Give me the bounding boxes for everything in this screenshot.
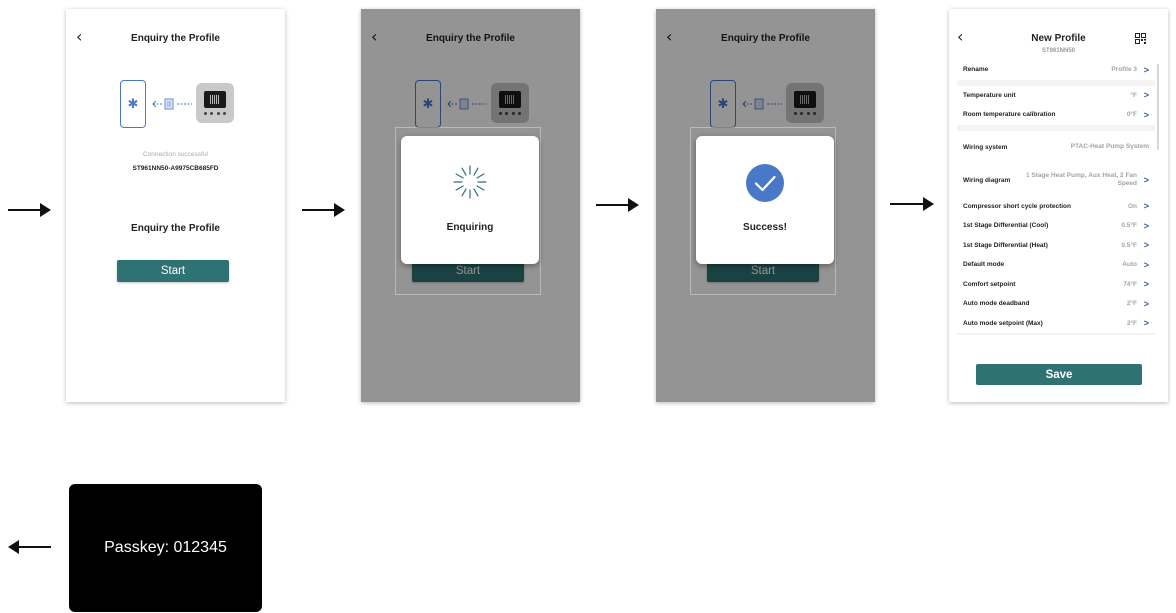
document-icon	[152, 98, 192, 110]
arrow-right-icon	[8, 203, 51, 217]
chevron-right-icon: >	[1143, 90, 1149, 101]
arrow-right-icon	[302, 203, 345, 217]
section-title: Enquiry the Profile	[131, 223, 220, 234]
setting-value: 74°F	[1123, 280, 1137, 288]
setting-row-room-temp-calibration[interactable]: Room temperature calibration 0°F >	[957, 105, 1155, 125]
setting-value: 2°F	[1126, 319, 1137, 327]
success-dialog: Success!	[696, 136, 834, 264]
setting-value: °F	[1130, 91, 1137, 99]
settings-list: Rename Profile 3 > Temperature unit °F >…	[957, 60, 1155, 335]
settings-group: Temperature unit °F > Room temperature c…	[957, 85, 1155, 125]
setting-value: 2°F	[1126, 300, 1137, 308]
dialog-label: Enquiring	[446, 222, 494, 233]
chevron-right-icon: >	[1143, 279, 1149, 290]
setting-label: Default mode	[963, 261, 1005, 269]
setting-label: 1st Stage Differential (Heat)	[963, 241, 1048, 249]
setting-label: Compressor short cycle protection	[963, 202, 1071, 210]
bluetooth-icon: ✱	[120, 80, 146, 128]
setting-label: 1st Stage Differential (Cool)	[963, 222, 1049, 230]
setting-label: Wiring diagram	[963, 176, 1011, 184]
setting-value: Auto	[1122, 261, 1137, 269]
chevron-right-icon: >	[1143, 298, 1149, 309]
setting-value: 1 Stage Heat Pump, Aux Heat, 2 Fan Speed	[1025, 171, 1137, 188]
success-check-icon	[746, 164, 784, 202]
page-subtitle: ST961NN50	[1041, 48, 1076, 54]
phone-screen-success: ‹ Enquiry the Profile ✱ Start Success!	[656, 9, 875, 402]
chevron-right-icon: >	[1143, 64, 1149, 75]
device-serial: ST961NN50-A9975CB685FD	[132, 165, 219, 172]
setting-label: Comfort setpoint	[963, 280, 1016, 288]
setting-row-differential-cool[interactable]: 1st Stage Differential (Cool) 0.5°F >	[957, 216, 1155, 236]
chevron-right-icon: >	[1143, 109, 1149, 120]
arrow-right-icon	[596, 198, 639, 212]
phone-screen-enquiring: ‹ Enquiry the Profile ✱ Start Enquiring	[361, 9, 580, 402]
passkey-display: Passkey: 012345	[69, 484, 262, 612]
chevron-right-icon: >	[1143, 220, 1149, 231]
arrow-left-icon	[8, 540, 51, 554]
chevron-right-icon: >	[1143, 201, 1149, 212]
chevron-right-icon: >	[1143, 318, 1149, 329]
setting-row-wiring-diagram[interactable]: Wiring diagram 1 Stage Heat Pump, Aux He…	[957, 164, 1155, 197]
arrow-right-icon	[890, 197, 934, 211]
setting-row-comfort-setpoint[interactable]: Comfort setpoint 74°F >	[957, 275, 1155, 295]
dialog-label: Success!	[743, 222, 787, 233]
loading-spinner-icon	[453, 165, 487, 199]
setting-label: Room temperature calibration	[963, 111, 1056, 119]
setting-row-auto-setpoint-max[interactable]: Auto mode setpoint (Max) 2°F >	[957, 314, 1155, 334]
setting-value: 0.5°F	[1121, 222, 1137, 230]
setting-label: Temperature unit	[963, 91, 1016, 99]
setting-value: 0.5°F	[1121, 241, 1137, 249]
setting-label: Rename	[963, 66, 989, 74]
setting-value: 0°F	[1126, 111, 1137, 119]
setting-row-compressor-protection[interactable]: Compressor short cycle protection On >	[957, 197, 1155, 217]
setting-value: PTAC-Heat Pump System	[1070, 142, 1149, 150]
setting-row-auto-deadband[interactable]: Auto mode deadband 2°F >	[957, 294, 1155, 314]
setting-row-wiring-system[interactable]: Wiring system PTAC-Heat Pump System	[957, 131, 1155, 164]
start-button[interactable]: Start	[117, 260, 229, 282]
setting-row-temperature-unit[interactable]: Temperature unit °F >	[957, 86, 1155, 106]
phone-screen-enquiry: ‹ Enquiry the Profile ✱ Connection succe…	[66, 9, 285, 402]
thermostat-device-icon	[196, 83, 234, 123]
connection-status: Connection successful	[142, 151, 209, 158]
setting-label: Auto mode deadband	[963, 300, 1030, 308]
header: ‹ Enquiry the Profile	[66, 9, 285, 49]
setting-label: Wiring system	[963, 143, 1008, 151]
passkey-text: Passkey: 012345	[104, 539, 227, 556]
scrollbar[interactable]	[1157, 64, 1159, 150]
chevron-right-icon: >	[1143, 259, 1149, 270]
chevron-right-icon: >	[1143, 240, 1149, 251]
setting-value: Profile 3	[1111, 66, 1137, 74]
setting-row-default-mode[interactable]: Default mode Auto >	[957, 255, 1155, 275]
settings-group: Rename Profile 3 >	[957, 60, 1155, 80]
enquiring-dialog: Enquiring	[401, 136, 539, 264]
setting-row-differential-heat[interactable]: 1st Stage Differential (Heat) 0.5°F >	[957, 236, 1155, 256]
page-title: Enquiry the Profile	[131, 33, 220, 44]
setting-row-rename[interactable]: Rename Profile 3 >	[957, 60, 1155, 80]
settings-group: Wiring system PTAC-Heat Pump System Wiri…	[957, 130, 1155, 334]
setting-label: Auto mode setpoint (Max)	[963, 319, 1043, 327]
phone-screen-new-profile: ‹ New Profile ST961NN50 Rename Profile 3…	[949, 9, 1168, 402]
chevron-right-icon: >	[1143, 175, 1149, 185]
qr-code-icon[interactable]	[1135, 33, 1146, 44]
save-button[interactable]: Save	[976, 364, 1142, 385]
setting-value: On	[1127, 202, 1137, 210]
